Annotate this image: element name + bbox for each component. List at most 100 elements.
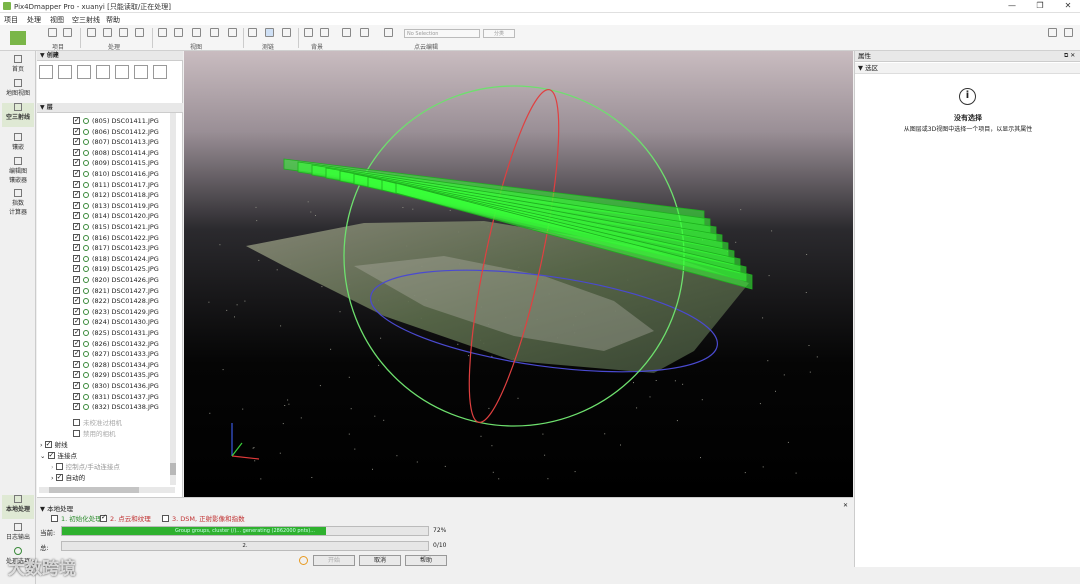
image-row[interactable]: (831) DSC01437.JPG xyxy=(73,391,159,402)
image-row[interactable]: (805) DSC01411.JPG xyxy=(73,115,159,126)
nav-mosaic[interactable]: 镶嵌 xyxy=(2,133,34,151)
image-row[interactable]: (815) DSC01421.JPG xyxy=(73,221,159,232)
create-crop-icon[interactable] xyxy=(153,65,167,79)
process-options-icon[interactable] xyxy=(119,28,128,37)
nav-mosaic-editor[interactable]: 编辑图 镶嵌器 xyxy=(2,157,34,184)
create-section-header[interactable]: ▼ 创建 xyxy=(37,51,183,61)
create-surface-icon[interactable] xyxy=(77,65,91,79)
step-2[interactable]: 2. 点云和纹理 xyxy=(100,513,151,523)
brush-icon[interactable] xyxy=(342,28,351,37)
image-checkbox[interactable] xyxy=(73,136,80,146)
image-checkbox[interactable] xyxy=(73,306,80,316)
nav-index-calculator[interactable]: 指数 计算器 xyxy=(2,189,34,216)
tree-scrollbar[interactable] xyxy=(170,113,176,485)
nav-raycloud[interactable]: 空三射线 xyxy=(2,103,34,127)
raycloud-3d-viewport[interactable] xyxy=(184,51,853,497)
image-row[interactable]: (823) DSC01429.JPG xyxy=(73,306,159,317)
checkbox[interactable] xyxy=(73,419,80,426)
step-2-checkbox[interactable] xyxy=(100,513,107,522)
image-checkbox[interactable] xyxy=(73,253,80,263)
image-row[interactable]: (829) DSC01435.JPG xyxy=(73,369,159,380)
image-checkbox[interactable] xyxy=(73,327,80,337)
checkbox[interactable] xyxy=(55,472,63,482)
processing-header[interactable]: ▼ 本地处理 xyxy=(40,503,73,513)
select-tool-icon[interactable] xyxy=(360,28,369,37)
image-checkbox[interactable] xyxy=(73,115,80,125)
image-checkbox[interactable] xyxy=(73,147,80,157)
image-row[interactable]: (809) DSC01415.JPG xyxy=(73,157,159,168)
project-open-icon[interactable] xyxy=(48,28,57,37)
process-report-icon[interactable] xyxy=(87,28,96,37)
checkbox[interactable] xyxy=(44,439,52,449)
image-row[interactable]: (813) DSC01419.JPG xyxy=(73,200,159,211)
image-checkbox[interactable] xyxy=(73,179,80,189)
processing-close-icon[interactable]: ✕ xyxy=(843,502,848,509)
image-checkbox[interactable] xyxy=(73,210,80,220)
panel-float-icon[interactable]: ⧉ ✕ xyxy=(1064,52,1075,60)
navigate-icon[interactable] xyxy=(248,28,257,37)
measure-icon[interactable] xyxy=(265,28,274,37)
image-row[interactable]: (825) DSC01431.JPG xyxy=(73,327,159,338)
create-volume-icon[interactable] xyxy=(96,65,110,79)
image-row[interactable]: (826) DSC01432.JPG xyxy=(73,338,159,349)
image-row[interactable]: (817) DSC01423.JPG xyxy=(73,242,159,253)
menu-view[interactable]: 视图 xyxy=(50,15,64,25)
maximize-button[interactable]: ❐ xyxy=(1033,1,1047,11)
image-row[interactable]: (832) DSC01438.JPG xyxy=(73,401,159,412)
image-checkbox[interactable] xyxy=(73,391,80,401)
image-row[interactable]: (806) DSC01412.JPG xyxy=(73,126,159,137)
fly-icon[interactable] xyxy=(282,28,291,37)
fill-color-icon[interactable] xyxy=(384,28,393,37)
image-row[interactable]: (818) DSC01424.JPG xyxy=(73,253,159,264)
menu-project[interactable]: 项目 xyxy=(4,15,18,25)
image-checkbox[interactable] xyxy=(73,168,80,178)
class-dropdown[interactable]: No Selection xyxy=(404,29,480,38)
image-row[interactable]: (807) DSC01413.JPG xyxy=(73,136,159,147)
help-icon[interactable] xyxy=(1064,28,1073,37)
image-checkbox[interactable] xyxy=(73,359,80,369)
nav-local-processing[interactable]: 本地处理 xyxy=(2,495,34,519)
image-checkbox[interactable] xyxy=(73,380,80,390)
minimize-button[interactable]: — xyxy=(1005,1,1019,11)
view-top-icon[interactable] xyxy=(210,28,219,37)
image-checkbox[interactable] xyxy=(73,126,80,136)
zoom-all-icon[interactable] xyxy=(192,28,201,37)
create-polyline-icon[interactable] xyxy=(58,65,72,79)
image-row[interactable]: (828) DSC01434.JPG xyxy=(73,359,159,370)
gcp-item[interactable]: › 控制点/手动连接点 xyxy=(51,462,120,472)
image-checkbox[interactable] xyxy=(73,242,80,252)
rays-item[interactable]: › 射线 xyxy=(40,439,68,450)
close-button[interactable]: ✕ xyxy=(1061,1,1075,11)
create-object-icon[interactable] xyxy=(115,65,129,79)
user-icon[interactable] xyxy=(1048,28,1057,37)
cancel-button[interactable]: 取消 xyxy=(359,555,401,566)
image-row[interactable]: (808) DSC01414.JPG xyxy=(73,147,159,158)
image-checkbox[interactable] xyxy=(73,348,80,358)
image-checkbox[interactable] xyxy=(73,369,80,379)
view-rotate-icon[interactable] xyxy=(228,28,237,37)
step-3-checkbox[interactable] xyxy=(162,515,169,522)
image-checkbox[interactable] xyxy=(73,401,80,411)
image-row[interactable]: (824) DSC01430.JPG xyxy=(73,316,159,327)
image-row[interactable]: (820) DSC01426.JPG xyxy=(73,274,159,285)
image-row[interactable]: (821) DSC01427.JPG xyxy=(73,285,159,296)
menu-process[interactable]: 处理 xyxy=(27,15,41,25)
layers-section-header[interactable]: ▼ 层 xyxy=(37,103,183,113)
project-save-icon[interactable] xyxy=(63,28,72,37)
image-checkbox[interactable] xyxy=(73,274,80,284)
background-icon[interactable] xyxy=(304,28,313,37)
image-row[interactable]: (810) DSC01416.JPG xyxy=(73,168,159,179)
image-row[interactable]: (830) DSC01436.JPG xyxy=(73,380,159,391)
process-run-icon[interactable] xyxy=(103,28,112,37)
tree-hscroll-thumb[interactable] xyxy=(49,487,139,493)
image-checkbox[interactable] xyxy=(73,200,80,210)
process-output-icon[interactable] xyxy=(135,28,144,37)
checkbox[interactable] xyxy=(73,430,80,437)
image-checkbox[interactable] xyxy=(73,221,80,231)
image-checkbox[interactable] xyxy=(73,338,80,348)
disabled-cameras-item[interactable]: 禁用的相机 xyxy=(73,429,116,439)
image-row[interactable]: (812) DSC01418.JPG xyxy=(73,189,159,200)
background-3d-icon[interactable] xyxy=(320,28,329,37)
checkbox[interactable] xyxy=(55,463,63,470)
image-row[interactable]: (819) DSC01425.JPG xyxy=(73,263,159,274)
